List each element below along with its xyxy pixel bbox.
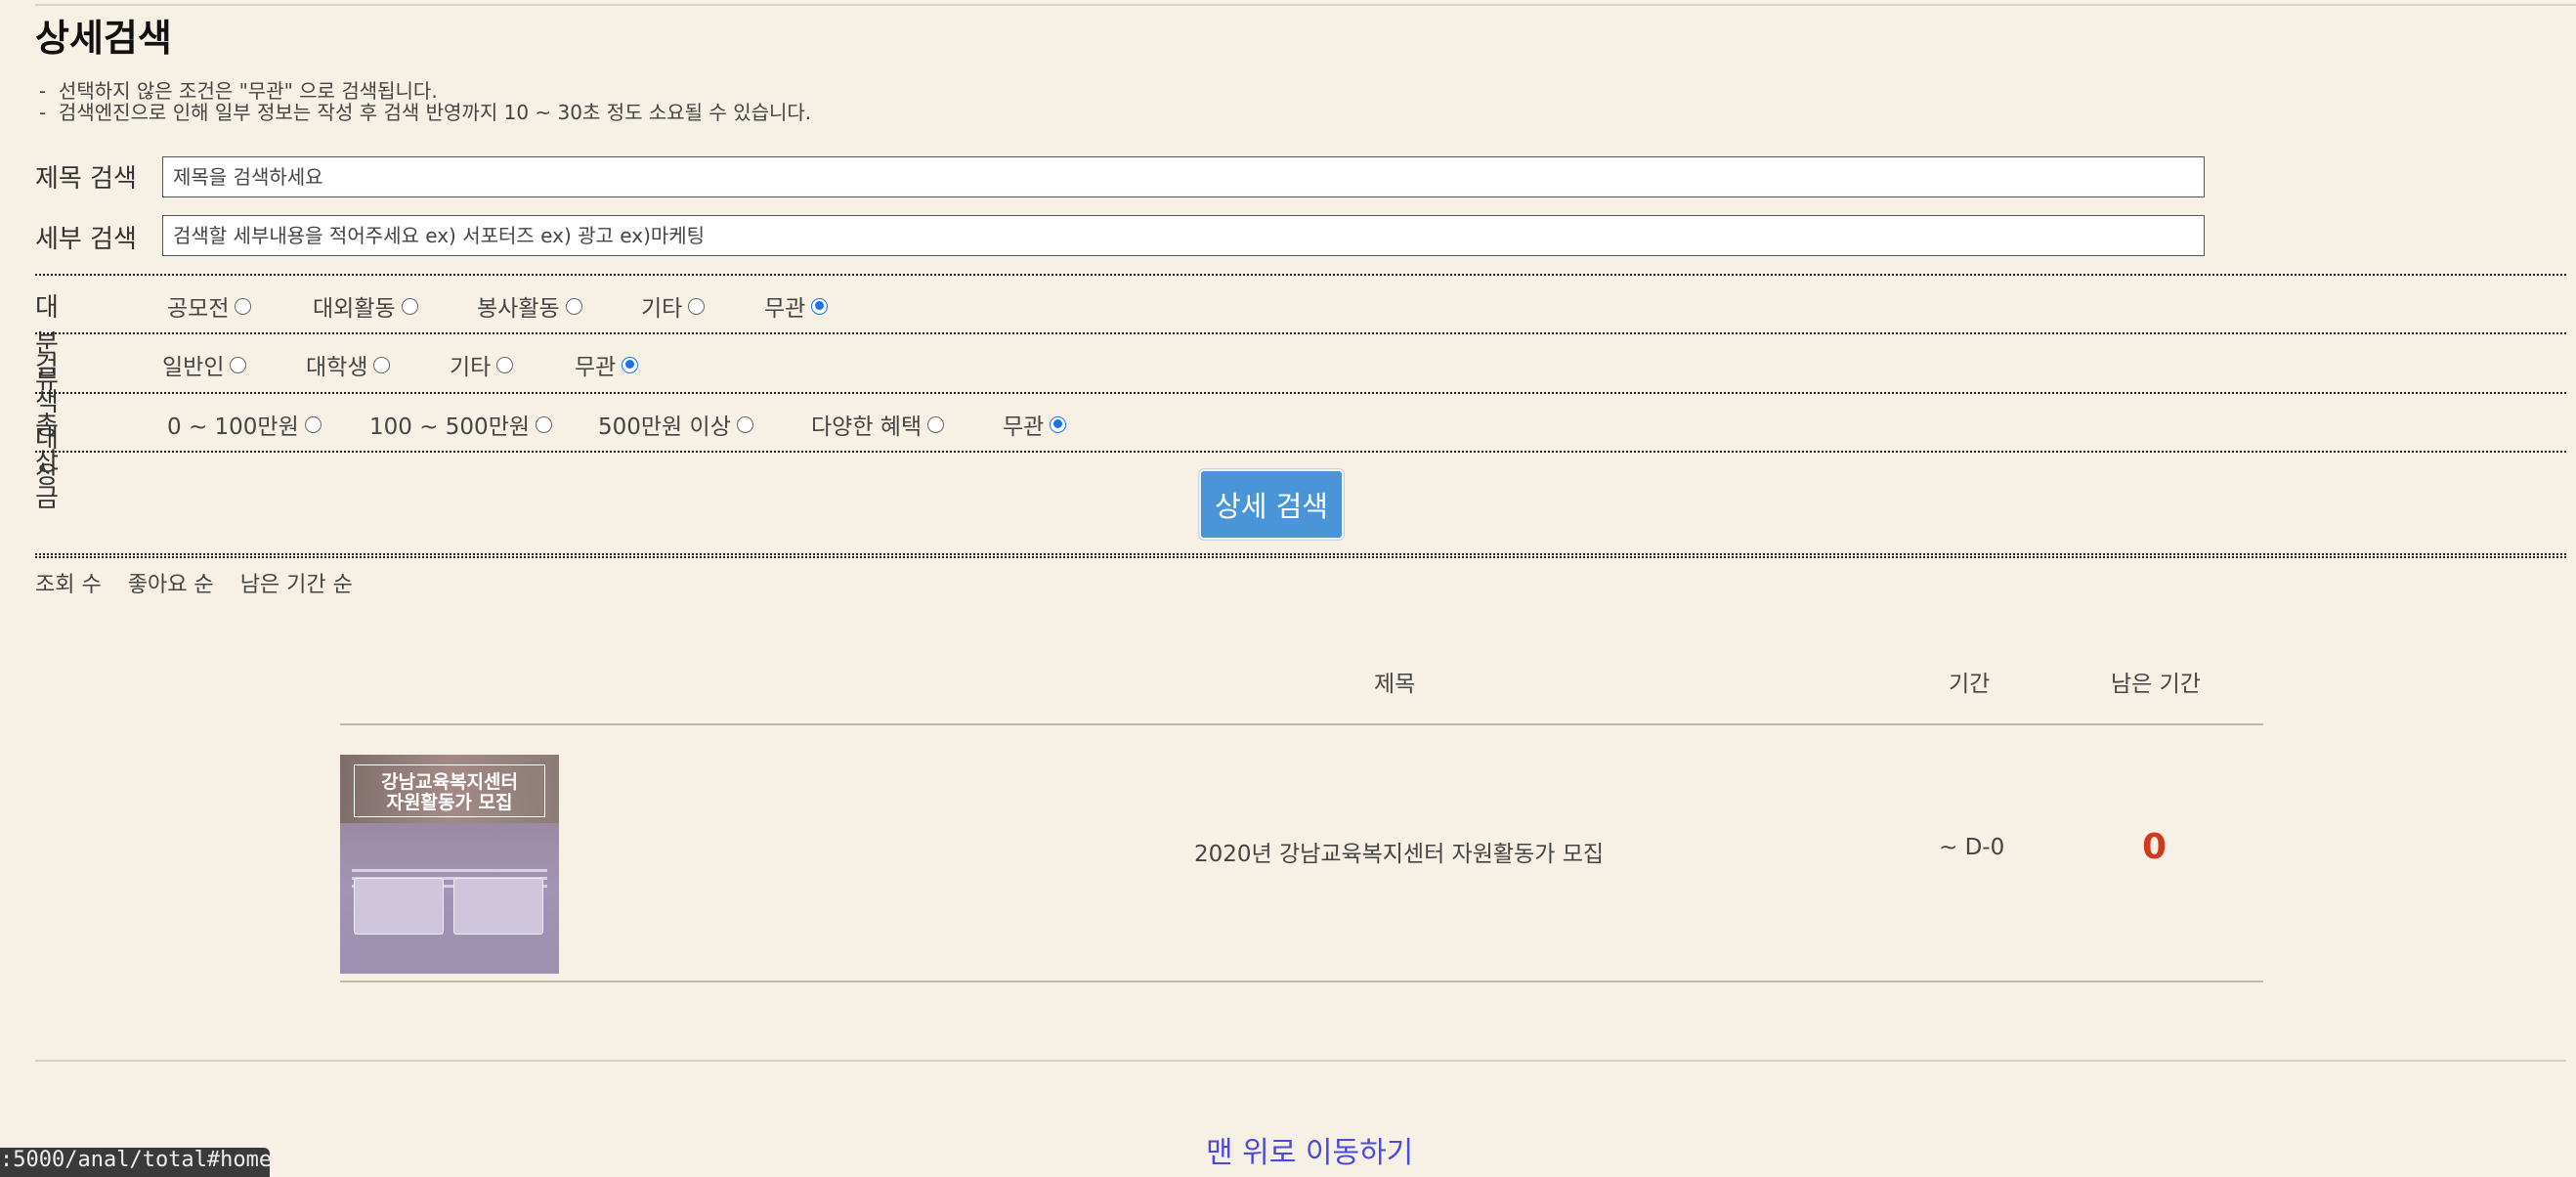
- sort-likes[interactable]: 좋아요 순: [128, 573, 214, 597]
- note-line: - 검색엔진으로 인해 일부 정보는 작성 후 검색 반영까지 10 ~ 30초…: [39, 101, 812, 124]
- target-option-university[interactable]: 대학생: [306, 348, 391, 381]
- page-title: 상세검색: [35, 17, 172, 60]
- radio-icon[interactable]: [304, 415, 322, 433]
- category-option-external[interactable]: 대외활동: [313, 289, 418, 323]
- header-title: 제목: [1374, 672, 1416, 697]
- sort-views[interactable]: 조회 수: [35, 573, 102, 597]
- sort-remaining[interactable]: 남은 기간 순: [240, 573, 353, 597]
- category-option-etc[interactable]: 기타: [641, 289, 706, 323]
- radio-checked-icon[interactable]: [811, 297, 829, 315]
- divider: [35, 556, 2566, 558]
- status-url-tooltip: :5000/anal/total#home: [0, 1148, 270, 1177]
- prize-option-any[interactable]: 무관: [1003, 408, 1067, 441]
- radio-icon[interactable]: [536, 415, 553, 433]
- target-option-etc[interactable]: 기타: [450, 348, 514, 381]
- row-period: ~ D-0: [1939, 835, 2005, 860]
- radio-icon[interactable]: [401, 297, 418, 315]
- prize-label: 총 상금: [35, 412, 59, 513]
- radio-icon[interactable]: [496, 356, 514, 373]
- detail-search-label: 세부 검색: [35, 225, 137, 254]
- title-search-label: 제목 검색: [35, 164, 137, 194]
- target-option-general[interactable]: 일반인: [162, 348, 247, 381]
- radio-checked-icon[interactable]: [622, 356, 639, 373]
- radio-icon[interactable]: [230, 356, 247, 373]
- row-divider: [340, 981, 2263, 982]
- divider: [35, 392, 2566, 394]
- row-title[interactable]: 2020년 강남교육복지센터 자원활동가 모집: [1194, 835, 1604, 868]
- divider: [35, 274, 2566, 276]
- header-divider: [340, 723, 2263, 725]
- radio-icon[interactable]: [688, 297, 706, 315]
- radio-icon[interactable]: [565, 297, 582, 315]
- poster-thumbnail[interactable]: 강남교육복지센터 자원활동가 모집: [340, 755, 559, 974]
- category-option-volunteer[interactable]: 봉사활동: [477, 289, 582, 323]
- back-to-top-link[interactable]: 맨 위로 이동하기: [1206, 1128, 1413, 1171]
- note-line: - 선택하지 않은 조건은 "무관" 으로 검색됩니다.: [39, 79, 438, 103]
- divider: [35, 451, 2566, 453]
- poster-title-line2: 자원활동가 모집: [354, 788, 545, 817]
- radio-checked-icon[interactable]: [1050, 415, 1067, 433]
- category-option-contest[interactable]: 공모전: [167, 289, 252, 323]
- detail-search-input[interactable]: [162, 215, 2205, 256]
- footer-divider: [35, 1060, 2566, 1062]
- divider: [35, 332, 2566, 334]
- header-remaining: 남은 기간: [2111, 672, 2201, 697]
- detail-search-button[interactable]: 상세 검색: [1201, 471, 1342, 538]
- poster-box: [453, 878, 543, 935]
- radio-icon[interactable]: [235, 297, 252, 315]
- row-remaining: 0: [2142, 827, 2168, 867]
- poster-box: [354, 878, 444, 935]
- title-search-input[interactable]: [162, 156, 2205, 197]
- target-option-any[interactable]: 무관: [575, 348, 639, 381]
- divider: [35, 553, 2566, 555]
- sort-bar: 조회 수 좋아요 순 남은 기간 순: [35, 567, 372, 598]
- radio-icon[interactable]: [736, 415, 753, 433]
- radio-icon[interactable]: [373, 356, 391, 373]
- prize-option-100-500[interactable]: 100 ~ 500만원: [369, 408, 553, 441]
- prize-option-benefits[interactable]: 다양한 혜택: [811, 408, 945, 441]
- prize-option-500-plus[interactable]: 500만원 이상: [598, 408, 753, 441]
- category-option-any[interactable]: 무관: [764, 289, 829, 323]
- prize-option-0-100[interactable]: 0 ~ 100만원: [167, 408, 322, 441]
- header-period: 기간: [1949, 672, 1991, 697]
- top-divider: [35, 4, 2576, 6]
- search-notes: - 선택하지 않은 조건은 "무관" 으로 검색됩니다. - 검색엔진으로 인해…: [39, 80, 811, 123]
- radio-icon[interactable]: [927, 415, 945, 433]
